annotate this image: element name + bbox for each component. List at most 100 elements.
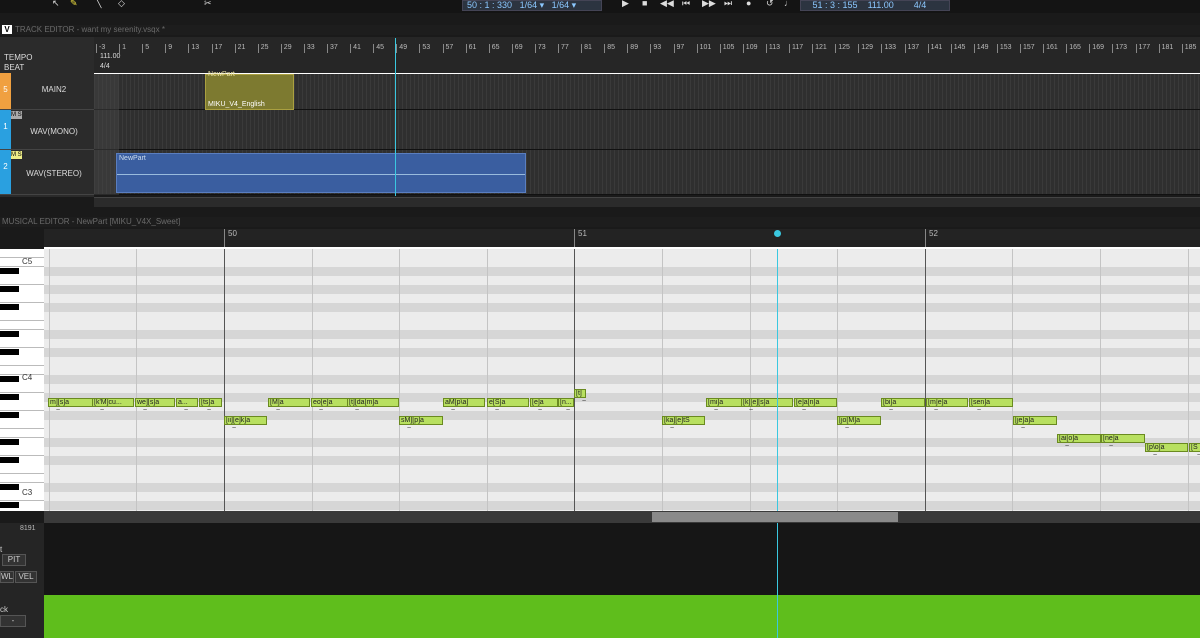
black-key[interactable] [0,439,19,445]
note-block[interactable]: a... [176,397,198,407]
note-block[interactable]: [n... [558,397,574,407]
control-track[interactable] [44,523,1200,638]
metronome-icon[interactable]: ♩ [784,0,794,8]
note-block[interactable]: [ai[o]a [1057,433,1101,443]
track-main2[interactable]: 5 MAIN2 [0,73,94,110]
record-icon[interactable]: ● [746,0,756,8]
track-editor-scrollbar[interactable] [94,197,1200,207]
tab-wl[interactable]: WL [0,571,14,583]
white-key[interactable] [0,447,44,456]
note-block[interactable]: [k'M]cu... [92,397,134,407]
vibrato-icon: ~ [934,406,939,414]
white-key[interactable] [0,384,44,393]
playhead[interactable] [395,38,396,196]
black-key[interactable] [0,394,19,400]
fast-forward-icon[interactable]: ▶▶ [702,0,716,8]
track-editor-grid[interactable]: NewPart MIKU_V4_English NewPart [94,38,1200,196]
white-key[interactable] [0,474,44,483]
track-editor-ruler[interactable]: -3 1 5 9 13 17 21 25 29 33 37 41 45 49 53 57 61 65 69 73 77 8… [94,37,1200,73]
stop-icon[interactable]: ■ [642,0,652,8]
white-key[interactable] [0,429,44,438]
ruler-tick-label: 109 [742,44,757,53]
note-block[interactable]: [je]a]a [1013,415,1057,425]
black-key[interactable] [0,268,19,274]
black-key[interactable] [0,349,19,355]
note-block[interactable]: [M]a [268,397,310,407]
eraser-tool-icon[interactable]: ◇ [118,0,128,8]
note-block[interactable]: [p\o]a [1145,442,1188,452]
mute-solo-buttons[interactable]: M S [11,111,22,119]
black-key[interactable] [0,484,19,490]
selection-dropdown[interactable]: - [0,615,26,627]
note-block[interactable]: [mi]a [706,397,742,407]
note-block[interactable]: eo[e]a [311,397,349,407]
line-tool-icon[interactable]: ╲ [96,0,106,8]
note-block[interactable]: [ka][e]tS [662,415,705,425]
vocal-part[interactable]: NewPart MIKU_V4_English [205,71,294,110]
scissors-tool-icon[interactable]: ✂ [204,0,214,8]
piano-keyboard[interactable]: C5 C4 C3 [0,249,44,511]
musical-editor-ruler[interactable]: 50 51 52 [44,229,1200,249]
prev-icon[interactable]: ⏮ [682,0,692,8]
audio-part[interactable]: NewPart [116,153,526,193]
track-editor-v-icon[interactable]: V [2,25,12,34]
track-wav-mono[interactable]: 1 M S WAV(MONO) [0,110,94,150]
rewind-icon[interactable]: ◀◀ [660,0,674,8]
param-select[interactable]: PIT [2,554,26,566]
quantize-select-2[interactable]: 1/64 ▾ [552,0,577,10]
next-icon[interactable]: ⏭ [724,0,734,8]
black-key[interactable] [0,376,19,382]
track-wav-stereo[interactable]: 2 M S WAV(STEREO) [0,150,94,195]
tab-vel[interactable]: VEL [15,571,37,583]
white-key[interactable] [0,339,44,348]
note-block[interactable]: [jo[M]a [837,415,881,425]
note-block[interactable]: sM][p]a [399,415,443,425]
quantize-select-1[interactable]: 1/64 ▾ [520,0,545,10]
note-block[interactable]: [m]e]a [926,397,968,407]
note-block[interactable]: [sen]a [969,397,1013,407]
note-block[interactable]: we][s]a [135,397,175,407]
note-block[interactable]: [e]a [530,397,558,407]
white-key[interactable] [0,276,44,285]
note-block[interactable]: [ii][e]k]a [224,415,267,425]
note-block[interactable]: e[S]a [487,397,529,407]
note-block[interactable]: [k][e][s]a [741,397,793,407]
note-block[interactable]: [t] [574,388,586,398]
scrollbar-thumb[interactable] [652,512,898,522]
white-key[interactable] [0,357,44,366]
black-key[interactable] [0,304,19,310]
note-block[interactable]: m][s]a [48,397,93,407]
note-block[interactable]: [e]a[n]a [794,397,837,407]
pointer-tool-icon[interactable]: ↖ [52,0,62,8]
musical-editor-scrollbar[interactable] [44,511,1200,523]
piano-roll[interactable]: m][s]a ~ [k'M]cu... ~ we][s]a ~ a... ~ [ts]a ~ [ii… [44,249,1200,511]
playhead-marker[interactable] [774,230,781,237]
white-key[interactable] [0,321,44,330]
velocity-fill[interactable] [44,595,1200,638]
black-key[interactable] [0,412,19,418]
ruler-tick-label: 29 [280,44,292,53]
black-key[interactable] [0,457,19,463]
note-block[interactable]: [bi]a [881,397,925,407]
note-block[interactable]: [S [1189,442,1200,452]
note-block[interactable]: [ts]a [199,397,222,407]
white-key[interactable] [0,294,44,303]
black-key[interactable] [0,502,19,508]
pencil-tool-icon[interactable]: ✎ [70,0,80,8]
note-block[interactable]: [t][da[m]a [347,397,399,407]
white-key[interactable] [0,312,44,321]
note-block[interactable]: aM[p\a] [443,397,485,407]
black-key[interactable] [0,286,19,292]
note-block[interactable]: [ne]a [1101,433,1145,443]
ruler-tick-label: 105 [719,44,734,53]
black-key[interactable] [0,331,19,337]
white-key[interactable] [0,465,44,474]
roll-row [44,366,1200,375]
ruler-tick-label: 113 [765,44,780,53]
ruler-tick-label: 177 [1135,44,1150,53]
white-key[interactable] [0,420,44,429]
mute-solo-buttons[interactable]: M S [11,151,22,159]
white-key[interactable] [0,402,44,411]
play-icon[interactable]: ▶ [622,0,632,8]
loop-icon[interactable]: ↺ [766,0,776,8]
